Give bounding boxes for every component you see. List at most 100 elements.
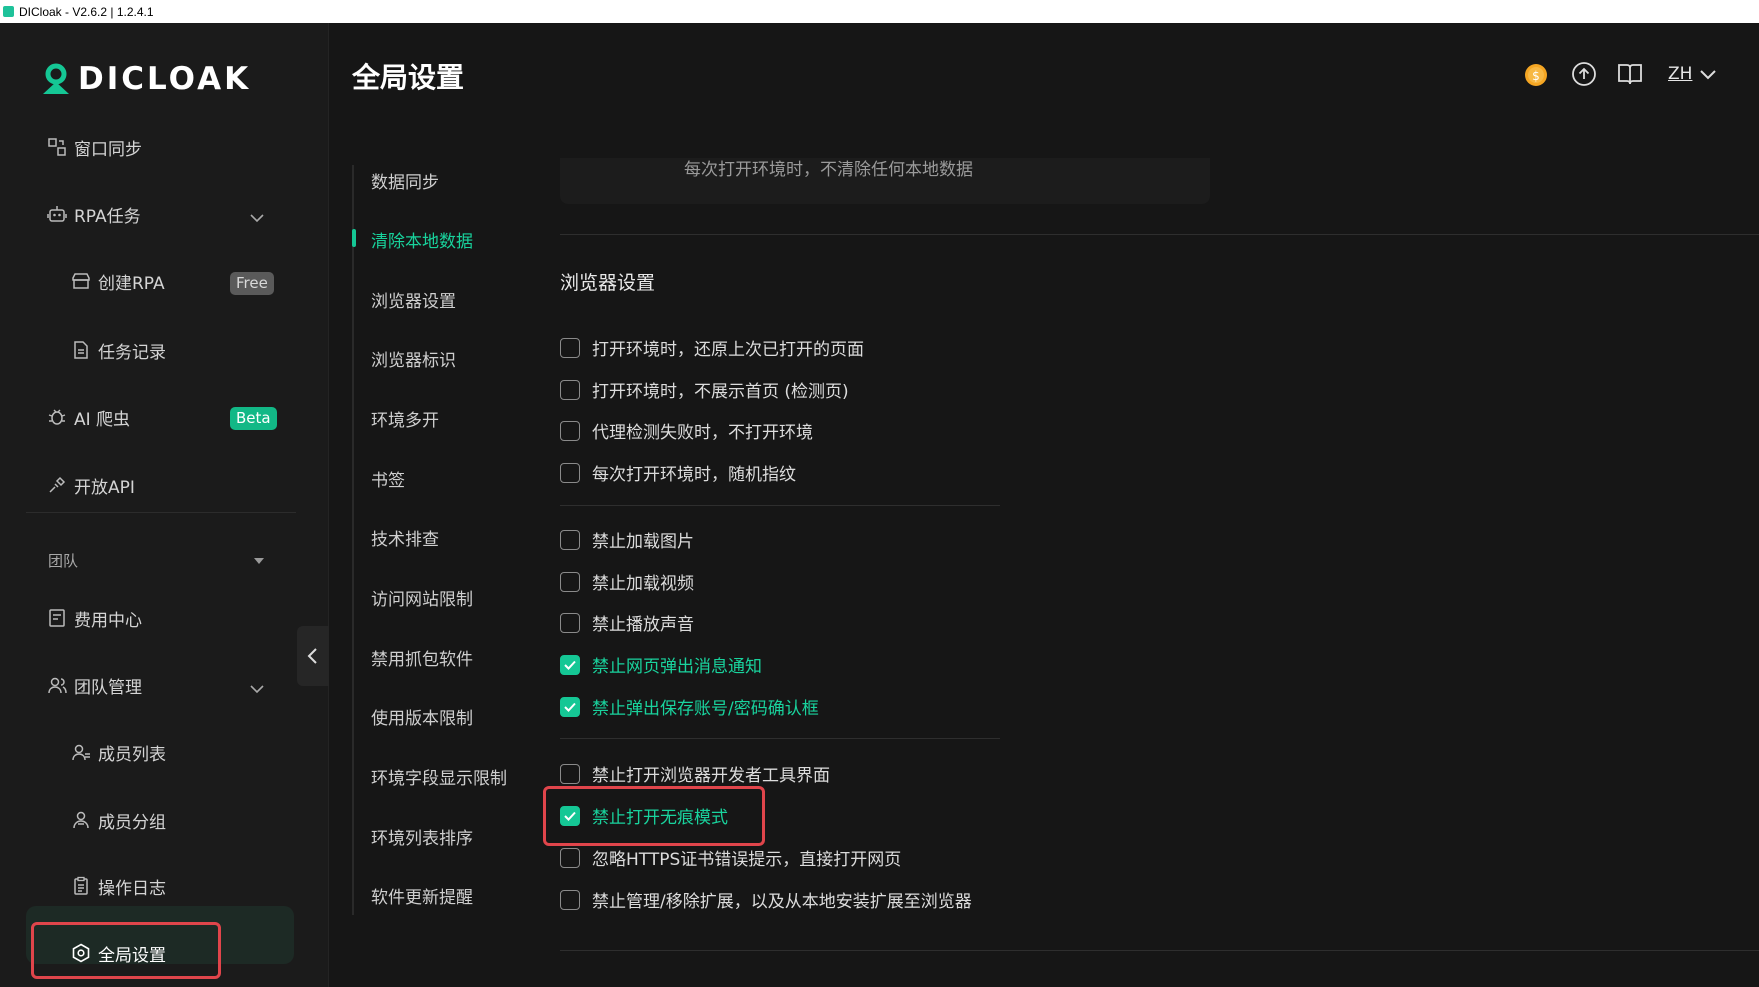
group-divider <box>560 738 1000 739</box>
brand-name: DICLOAK <box>78 61 252 97</box>
option-block-extension-management[interactable]: 禁止管理/移除扩展，以及从本地安装扩展至浏览器 <box>560 887 972 912</box>
checkbox[interactable] <box>560 696 580 717</box>
option-block-video[interactable]: 禁止加载视频 <box>560 569 694 594</box>
sidebar-item-team-management[interactable]: 团队管理 <box>46 670 142 700</box>
app-icon <box>3 6 14 17</box>
brand-logo[interactable]: DICLOAK <box>40 61 251 97</box>
option-label: 禁止弹出保存账号/密码确认框 <box>592 699 819 719</box>
subnav-item-troubleshooting[interactable]: 技术排查 <box>371 525 439 550</box>
checkbox[interactable] <box>560 612 580 633</box>
option-block-sound[interactable]: 禁止播放声音 <box>560 610 694 635</box>
option-label: 忽略HTTPS证书错误提示，直接打开网页 <box>592 850 902 870</box>
sidebar-item-rpa[interactable]: RPA任务 <box>46 199 141 229</box>
language-selector[interactable]: ZH <box>1668 64 1692 84</box>
option-label: 禁止打开浏览器开发者工具界面 <box>592 766 830 786</box>
option-restore-last-pages[interactable]: 打开环境时，还原上次已打开的页面 <box>560 335 864 360</box>
option-block-images[interactable]: 禁止加载图片 <box>560 527 694 552</box>
sidebar-item-create-rpa[interactable]: 创建RPA <box>70 266 165 296</box>
page-title: 全局设置 <box>352 61 465 94</box>
subnav-active-indicator <box>352 229 356 247</box>
subnav-item-multi-open[interactable]: 环境多开 <box>371 406 439 431</box>
sidebar-item-open-api[interactable]: 开放API <box>46 470 135 500</box>
chevron-down-icon[interactable] <box>248 209 266 227</box>
upload-circle-icon[interactable] <box>1570 60 1598 88</box>
option-block-save-password-prompt[interactable]: 禁止弹出保存账号/密码确认框 <box>560 694 819 719</box>
sidebar-item-member-list[interactable]: 成员列表 <box>70 737 166 767</box>
subnav-track <box>352 165 354 915</box>
coin-icon[interactable]: $ <box>1522 60 1550 88</box>
option-label: 打开环境时，还原上次已打开的页面 <box>592 340 864 360</box>
caret-down-icon[interactable] <box>254 558 264 564</box>
subnav-item-data-sync[interactable]: 数据同步 <box>371 168 439 193</box>
beta-badge: Beta <box>230 407 277 430</box>
logo-mark-icon <box>43 63 69 94</box>
subnav-item-browser-identity[interactable]: 浏览器标识 <box>371 346 456 371</box>
sidebar-item-member-groups[interactable]: 成员分组 <box>70 805 166 835</box>
option-label: 每次打开环境时，随机指纹 <box>592 465 796 485</box>
checkbox[interactable] <box>560 337 580 358</box>
window-sync-icon <box>46 136 68 158</box>
subnav-item-browser-settings[interactable]: 浏览器设置 <box>371 287 456 312</box>
option-label: 打开环境时，不展示首页 (检测页) <box>592 382 849 402</box>
checkbox[interactable] <box>560 379 580 400</box>
sidebar-item-task-records[interactable]: 任务记录 <box>70 335 166 365</box>
annotation-highlight-incognito <box>543 786 765 846</box>
checkbox[interactable] <box>560 420 580 441</box>
section-divider <box>560 234 1759 235</box>
option-hide-homepage[interactable]: 打开环境时，不展示首页 (检测页) <box>560 377 849 402</box>
sidebar-item-operation-log[interactable]: 操作日志 <box>70 871 166 901</box>
checkbox[interactable] <box>560 654 580 675</box>
chevron-down-icon[interactable] <box>248 680 266 698</box>
option-label: 禁止管理/移除扩展，以及从本地安装扩展至浏览器 <box>592 892 972 912</box>
option-random-fingerprint[interactable]: 每次打开环境时，随机指纹 <box>560 460 796 485</box>
option-ignore-https-errors[interactable]: 忽略HTTPS证书错误提示，直接打开网页 <box>560 845 901 870</box>
chevron-down-icon[interactable] <box>1698 67 1718 81</box>
browser-settings-title: 浏览器设置 <box>560 272 656 294</box>
checkbox[interactable] <box>560 763 580 784</box>
option-label: 禁止播放声音 <box>592 615 694 635</box>
book-icon[interactable] <box>1616 60 1644 88</box>
document-icon <box>70 339 92 361</box>
sidebar-divider <box>26 512 296 513</box>
option-proxy-fail-no-open[interactable]: 代理检测失败时，不打开环境 <box>560 418 813 443</box>
subnav-item-version-limits[interactable]: 使用版本限制 <box>371 704 473 729</box>
subnav-item-clear-local-data[interactable]: 清除本地数据 <box>371 227 473 252</box>
checkbox[interactable] <box>560 847 580 868</box>
group-divider <box>560 505 1000 506</box>
option-block-notifications[interactable]: 禁止网页弹出消息通知 <box>560 652 762 677</box>
free-badge: Free <box>230 272 274 295</box>
subnav-item-bookmarks[interactable]: 书签 <box>371 466 405 491</box>
subnav-item-site-restrictions[interactable]: 访问网站限制 <box>371 585 473 610</box>
option-block-devtools[interactable]: 禁止打开浏览器开发者工具界面 <box>560 761 830 786</box>
sidebar-item-ai-crawler[interactable]: AI 爬虫 <box>46 402 130 432</box>
subnav-item-update-reminder[interactable]: 软件更新提醒 <box>371 883 473 908</box>
checkbox[interactable] <box>560 889 580 910</box>
checkbox[interactable] <box>560 571 580 592</box>
sidebar-item-window-sync[interactable]: 窗口同步 <box>46 132 142 162</box>
subnav-item-disable-capture-tools[interactable]: 禁用抓包软件 <box>371 645 473 670</box>
checkbox[interactable] <box>560 529 580 550</box>
option-label: 代理检测失败时，不打开环境 <box>592 423 813 443</box>
header-toolbar: $ ZH <box>1522 60 1718 88</box>
checkbox[interactable] <box>560 462 580 483</box>
subnav-item-field-display-limits[interactable]: 环境字段显示限制 <box>371 764 507 789</box>
svg-text:$: $ <box>1532 69 1540 83</box>
option-label: 禁止加载视频 <box>592 574 694 594</box>
option-label: 禁止加载图片 <box>592 532 694 552</box>
sidebar-item-label: 开放API <box>74 477 135 498</box>
check-icon <box>564 660 576 670</box>
sidebar-item-label: 创建RPA <box>98 273 165 294</box>
member-icon <box>70 741 92 763</box>
team-icon <box>46 674 68 696</box>
sidebar: DICLOAK <box>0 23 329 987</box>
sidebar-item-label: 团队管理 <box>74 677 142 698</box>
clear-data-option-text: 每次打开环境时，不清除任何本地数据 <box>684 160 973 180</box>
member-group-icon <box>70 809 92 831</box>
team-section-label: 团队 <box>48 552 79 570</box>
subnav-item-list-sorting[interactable]: 环境列表排序 <box>371 824 473 849</box>
window-title: DICloak - V2.6.2 | 1.2.4.1 <box>19 4 154 19</box>
sidebar-item-billing[interactable]: 费用中心 <box>46 603 142 633</box>
collapse-sidebar-button[interactable] <box>297 626 329 686</box>
sidebar-item-label: 操作日志 <box>98 878 166 899</box>
sidebar-item-label: RPA任务 <box>74 206 141 227</box>
